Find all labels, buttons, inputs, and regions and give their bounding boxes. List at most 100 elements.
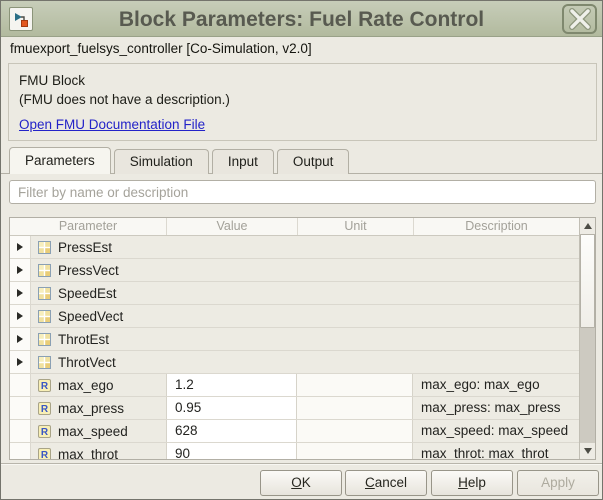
parameter-name: max_ego (58, 378, 114, 393)
parameter-description-cell: max_throt: max_throt (413, 443, 579, 459)
parameter-value-cell[interactable]: 0.95 (166, 397, 297, 419)
parameter-table: Parameter Value Unit Description R Press… (9, 217, 596, 460)
table-row[interactable]: R max_throt 90 max_throt: max_throt (10, 443, 579, 459)
help-button[interactable]: Help (431, 470, 513, 496)
table-row[interactable]: R ThrotVect (10, 351, 579, 374)
tab-simulation[interactable]: Simulation (114, 149, 209, 174)
scroll-up-button[interactable] (580, 218, 595, 234)
ok-button[interactable]: OK (260, 470, 342, 496)
footer-separator-highlight (1, 464, 602, 465)
filter-input[interactable] (9, 180, 596, 204)
parameter-description-cell (413, 328, 579, 350)
svg-text:R: R (41, 427, 49, 438)
parameter-value-cell[interactable] (166, 351, 297, 373)
parameter-unit-cell (297, 259, 413, 281)
row-expander-cell[interactable] (10, 282, 31, 304)
column-header-value: Value (167, 218, 298, 235)
parameter-unit-cell (297, 397, 413, 419)
scroll-down-arrow-icon (584, 448, 592, 454)
table-row[interactable]: R SpeedVect (10, 305, 579, 328)
real-parameter-icon: R (38, 402, 51, 415)
parameter-name: max_speed (58, 424, 128, 439)
parameter-unit-cell (297, 420, 413, 442)
table-header: Parameter Value Unit Description (10, 218, 579, 236)
row-expander-cell[interactable] (10, 420, 31, 442)
titlebar: Block Parameters: Fuel Rate Control (1, 1, 602, 37)
parameter-description-cell (413, 259, 579, 281)
column-header-parameter: Parameter (10, 218, 167, 235)
table-body: R PressEst R PressVect (10, 236, 579, 459)
fmu-description: (FMU does not have a description.) (19, 90, 586, 109)
table-row[interactable]: R ThrotEst (10, 328, 579, 351)
real-parameter-icon: R (38, 425, 51, 438)
parameter-description-cell: max_speed: max_speed (413, 420, 579, 442)
tab-input[interactable]: Input (212, 149, 274, 174)
expand-triangle-icon (17, 312, 23, 320)
close-button[interactable] (562, 4, 597, 34)
parameter-value-cell[interactable] (166, 259, 297, 281)
parameter-unit-cell (297, 374, 413, 396)
row-expander-cell[interactable] (10, 259, 31, 281)
parameter-value-cell[interactable]: 1.2 (166, 374, 297, 396)
block-identity-text: fmuexport_fuelsys_controller [Co-Simulat… (10, 41, 312, 56)
parameter-name-cell: R max_throt (31, 443, 166, 459)
column-header-description: Description (414, 218, 579, 235)
parameter-value-cell[interactable] (166, 236, 297, 258)
fmu-heading: FMU Block (19, 71, 586, 90)
parameter-unit-cell (297, 443, 413, 459)
scrollbar-track[interactable] (580, 328, 595, 443)
row-expander-cell[interactable] (10, 236, 31, 258)
expand-triangle-icon (17, 243, 23, 251)
parameter-description-cell (413, 305, 579, 327)
matrix-table-icon (38, 356, 51, 369)
table-row[interactable]: R PressVect (10, 259, 579, 282)
matrix-table-icon (38, 264, 51, 277)
row-expander-cell[interactable] (10, 305, 31, 327)
row-expander-cell[interactable] (10, 328, 31, 350)
parameter-value-cell[interactable] (166, 305, 297, 327)
table-row[interactable]: R SpeedEst (10, 282, 579, 305)
dialog-title: Block Parameters: Fuel Rate Control (1, 1, 602, 37)
row-expander-cell[interactable] (10, 443, 31, 459)
parameter-name-cell: R max_ego (31, 374, 166, 396)
scroll-down-button[interactable] (580, 443, 595, 459)
svg-text:R: R (41, 381, 49, 392)
expand-triangle-icon (17, 335, 23, 343)
parameter-value-cell[interactable]: 90 (166, 443, 297, 459)
parameter-name-cell: R ThrotEst (31, 328, 166, 350)
parameter-name: max_press (58, 401, 124, 416)
tab-parameters[interactable]: Parameters (9, 147, 111, 174)
table-row[interactable]: R max_press 0.95 max_press: max_press (10, 397, 579, 420)
parameter-name: SpeedVect (58, 309, 123, 324)
parameter-description-cell (413, 351, 579, 373)
scrollbar-thumb[interactable] (580, 234, 595, 328)
table-row[interactable]: R PressEst (10, 236, 579, 259)
parameter-name: max_throt (58, 447, 118, 460)
cancel-button[interactable]: Cancel (345, 470, 427, 496)
row-expander-cell[interactable] (10, 397, 31, 419)
parameter-value-cell[interactable] (166, 328, 297, 350)
row-expander-cell[interactable] (10, 374, 31, 396)
parameter-name: SpeedEst (58, 286, 117, 301)
parameter-name-cell: R ThrotVect (31, 351, 166, 373)
parameter-value-cell[interactable]: 628 (166, 420, 297, 442)
row-expander-cell[interactable] (10, 351, 31, 373)
expand-triangle-icon (17, 358, 23, 366)
open-fmu-documentation-link[interactable]: Open FMU Documentation File (19, 117, 205, 132)
parameter-name: ThrotVect (58, 355, 116, 370)
real-parameter-icon: R (38, 379, 51, 392)
parameter-value-cell[interactable] (166, 282, 297, 304)
parameter-name: PressVect (58, 263, 119, 278)
parameter-description-cell (413, 282, 579, 304)
parameter-name: PressEst (58, 240, 112, 255)
column-header-unit: Unit (298, 218, 414, 235)
vertical-scrollbar[interactable] (579, 218, 595, 459)
table-row[interactable]: R max_ego 1.2 max_ego: max_ego (10, 374, 579, 397)
fmu-description-box: FMU Block (FMU does not have a descripti… (8, 63, 597, 141)
svg-text:R: R (41, 404, 49, 415)
table-row[interactable]: R max_speed 628 max_speed: max_speed (10, 420, 579, 443)
parameter-description-cell (413, 236, 579, 258)
parameter-description-cell: max_press: max_press (413, 397, 579, 419)
parameter-unit-cell (297, 236, 413, 258)
tab-output[interactable]: Output (277, 149, 350, 174)
